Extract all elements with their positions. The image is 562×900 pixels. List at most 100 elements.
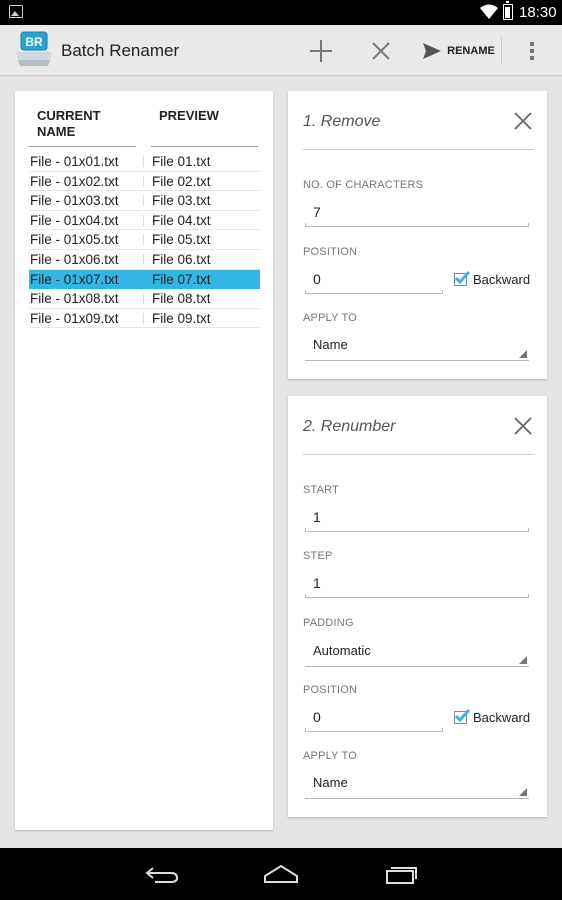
title-divider (303, 454, 534, 455)
backward-label: Backward (473, 709, 531, 725)
padding-label: PADDING (303, 617, 354, 629)
navigation-bar (0, 848, 562, 900)
file-row[interactable]: File - 01x04.txt File 04.txt (29, 211, 260, 231)
operation-title: 2. Renumber (303, 418, 396, 435)
preview-cell: File 03.txt (152, 193, 211, 209)
header-underline (151, 146, 258, 147)
clear-button[interactable] (360, 25, 402, 76)
wifi-icon (480, 4, 498, 19)
cell-divider (143, 175, 144, 187)
apply-to-label: APPLY TO (303, 312, 357, 324)
position-field[interactable]: 0 (305, 706, 443, 732)
current-name-header[interactable]: CURRENT NAME (37, 108, 127, 140)
start-field[interactable]: 1 (305, 506, 529, 532)
svg-text:BR: BR (25, 35, 43, 49)
overflow-menu-button[interactable] (514, 25, 550, 76)
title-divider (303, 149, 534, 150)
dropdown-icon (519, 788, 527, 796)
current-name-cell: File - 01x06.txt (30, 251, 119, 267)
file-row[interactable]: File - 01x09.txt File 09.txt (29, 309, 260, 329)
rename-label: RENAME (447, 44, 495, 57)
cell-divider (143, 253, 144, 265)
renumber-operation-card: 2. Renumber START 1 STEP 1 PADDING Autom… (288, 396, 547, 817)
remove-operation-close-icon[interactable] (512, 110, 534, 132)
header-underline (29, 146, 136, 147)
rename-button[interactable]: RENAME (418, 25, 500, 76)
step-field[interactable]: 1 (305, 572, 529, 598)
send-icon (423, 42, 442, 59)
battery-icon (503, 1, 513, 20)
apply-to-select[interactable]: Name (305, 333, 529, 361)
position-label: POSITION (303, 684, 358, 696)
preview-cell: File 08.txt (152, 291, 211, 307)
cell-divider (143, 195, 144, 207)
renumber-operation-close-icon[interactable] (512, 415, 534, 437)
close-icon (372, 41, 390, 60)
status-bar: 18:30 (0, 0, 562, 25)
add-icon (310, 39, 332, 62)
backward-label: Backward (473, 271, 531, 287)
checkbox-icon (454, 270, 470, 286)
preview-cell: File 05.txt (152, 232, 211, 248)
current-name-cell: File - 01x03.txt (30, 193, 119, 209)
position-label: POSITION (303, 246, 358, 258)
dropdown-icon (519, 656, 527, 664)
current-name-cell: File - 01x01.txt (30, 154, 119, 169)
home-icon (264, 864, 298, 883)
chars-field[interactable]: 7 (305, 201, 529, 227)
apply-to-label: APPLY TO (303, 750, 357, 762)
preview-cell: File 02.txt (152, 173, 211, 189)
chars-label: NO. OF CHARACTERS (303, 179, 424, 191)
current-name-cell: File - 01x05.txt (30, 232, 119, 248)
file-row[interactable]: File - 01x03.txt File 03.txt (29, 191, 260, 211)
preview-cell: File 01.txt (152, 154, 211, 169)
preview-header[interactable]: PREVIEW (159, 108, 249, 124)
app-logo: BR (16, 31, 52, 66)
current-name-cell: File - 01x07.txt (30, 271, 119, 287)
start-label: START (303, 484, 340, 496)
current-name-cell: File - 01x08.txt (30, 291, 119, 307)
app-title: Batch Renamer (61, 41, 180, 60)
padding-select[interactable]: Automatic (305, 639, 529, 667)
file-row[interactable]: File - 01x02.txt File 02.txt (29, 172, 260, 192)
current-name-cell: File - 01x09.txt (30, 310, 119, 326)
image-notification-icon (9, 5, 23, 18)
position-field[interactable]: 0 (305, 268, 443, 294)
back-icon (145, 867, 179, 883)
current-name-cell: File - 01x04.txt (30, 212, 119, 228)
checkbox-icon (454, 708, 470, 724)
file-row[interactable]: File - 01x05.txt File 05.txt (29, 230, 260, 250)
file-row[interactable]: File - 01x08.txt File 08.txt (29, 289, 260, 309)
operation-title: 1. Remove (303, 113, 381, 130)
preview-cell: File 06.txt (152, 251, 211, 267)
cell-divider (143, 273, 144, 285)
action-bar-divider (501, 37, 502, 64)
remove-operation-card: 1. Remove NO. OF CHARACTERS 7 POSITION 0… (288, 91, 547, 379)
preview-cell: File 09.txt (152, 310, 211, 326)
preview-cell: File 07.txt (152, 271, 211, 287)
file-list: File - 01x01.txt File 01.txt File - 01x02.… (29, 152, 260, 329)
file-row[interactable]: File - 01x01.txt File 01.txt (29, 152, 260, 172)
backward-checkbox[interactable]: Backward (454, 270, 530, 288)
recents-icon (386, 867, 417, 884)
preview-cell: File 04.txt (152, 212, 211, 228)
cell-divider (143, 234, 144, 246)
home-button[interactable] (256, 858, 306, 890)
dropdown-icon (519, 350, 527, 358)
cell-divider (143, 156, 144, 167)
recents-button[interactable] (376, 858, 426, 890)
action-bar: BR Batch Renamer RENAME (0, 25, 562, 76)
file-row[interactable]: File - 01x06.txt File 06.txt (29, 250, 260, 270)
cell-divider (143, 214, 144, 226)
current-name-cell: File - 01x02.txt (30, 173, 119, 189)
cell-divider (143, 312, 144, 324)
file-list-card: CURRENT NAME PREVIEW File - 01x01.txt Fil… (15, 91, 273, 830)
backward-checkbox[interactable]: Backward (454, 708, 530, 726)
apply-to-select[interactable]: Name (305, 771, 529, 799)
step-label: STEP (303, 550, 333, 562)
back-button[interactable] (137, 858, 187, 890)
status-time: 18:30 (519, 4, 557, 21)
add-operation-button[interactable] (300, 25, 342, 76)
file-row[interactable]: File - 01x07.txt File 07.txt (29, 269, 260, 290)
cell-divider (143, 293, 144, 305)
